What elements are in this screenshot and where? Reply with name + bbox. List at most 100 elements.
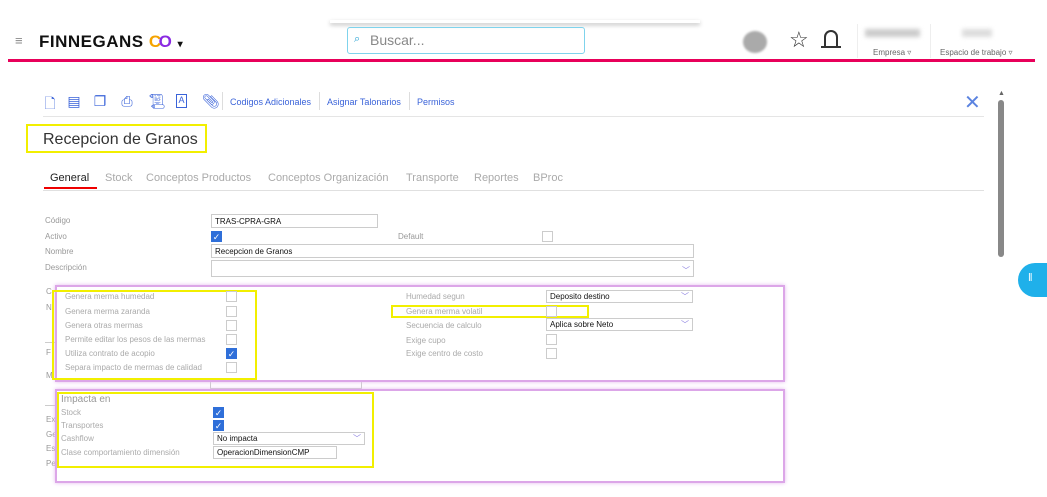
active-tab-indicator [44,187,97,189]
otras-mermas-label: Genera otras mermas [65,321,143,330]
separa-impacto-checkbox[interactable] [226,362,237,373]
brand-logo[interactable]: FINNEGANS CO ▾ [39,32,183,52]
merma-volatil-label: Genera merma volatil [406,307,483,316]
search-icon: ⌕ [354,33,361,45]
text-document-icon[interactable]: A [176,94,187,108]
exige-cupo-checkbox[interactable] [546,334,557,345]
separator [409,92,410,110]
descripcion-textarea[interactable]: ﹀ [211,260,694,277]
occluded-label: N [46,303,52,312]
new-document-icon[interactable]: 🗋 [43,93,57,111]
bell-icon[interactable] [824,30,838,46]
humedad-segun-value: Deposito destino [550,292,610,301]
secuencia-calculo-label: Secuencia de calculo [406,321,482,330]
transportes-label: Transportes [61,421,104,430]
logo-o-icon: O [158,32,173,51]
chevron-down-icon: ﹀ [353,434,361,443]
attachment-icon[interactable]: 📎︎ [202,93,220,109]
chevron-down-icon: ﹀ [681,320,689,329]
search-input[interactable]: ⌕ Buscar... [347,27,585,54]
cashflow-label: Cashflow [61,434,94,443]
assistant-icon[interactable] [743,31,767,53]
exige-cupo-label: Exige cupo [406,336,446,345]
secuencia-calculo-select[interactable]: Aplica sobre Neto ﹀ [546,318,693,331]
merma-volatil-checkbox[interactable] [546,306,557,317]
impacta-en-title: Impacta en [61,394,111,405]
scroll-up-icon[interactable]: ▲ [998,90,1005,97]
scrollbar-thumb[interactable] [998,100,1004,257]
tab-conceptos-productos[interactable]: Conceptos Productos [146,172,251,184]
divider [930,24,931,58]
scroll-icon[interactable]: 📜︎ [148,93,166,109]
merma-zaranda-checkbox[interactable] [226,306,237,317]
permisos-link[interactable]: Permisos [417,97,455,107]
empresa-name-blurred [865,29,920,37]
otras-mermas-checkbox[interactable] [226,320,237,331]
tab-reportes[interactable]: Reportes [474,172,519,184]
nombre-label: Nombre [45,247,74,256]
activo-checkbox[interactable]: ✓ [211,231,222,242]
stock-checkbox[interactable]: ✓ [213,407,224,418]
activo-label: Activo [45,232,67,241]
stock-label: Stock [61,408,82,417]
print-icon[interactable]: ⎙ [120,93,134,109]
secuencia-calculo-value: Aplica sobre Neto [550,320,614,329]
occluded-label: F [46,348,51,357]
hamburger-menu-icon[interactable]: ≡ [15,33,23,48]
nombre-input[interactable]: Recepcion de Granos [211,244,694,258]
occluded-label: C [46,287,52,296]
chevron-down-icon: ▾ [177,39,184,50]
separa-impacto-label: Separa impacto de mermas de calidad [65,363,202,372]
cashflow-value: No impacta [217,434,258,443]
pause-icon: ǁ [1028,272,1033,284]
merma-humedad-checkbox[interactable] [226,291,237,302]
occluded-label: Es [46,444,56,453]
workspace-name-blurred [962,29,992,37]
humedad-segun-label: Humedad segun [406,292,465,301]
tabs-divider [43,190,984,191]
centro-costo-label: Exige centro de costo [406,349,483,358]
contrato-acopio-checkbox[interactable]: ✓ [226,348,237,359]
brand-name: FINNEGANS [39,32,144,51]
occluded-label: Ex [46,415,56,424]
tab-stock[interactable]: Stock [105,172,133,184]
page-title: Recepcion de Granos [26,124,207,153]
humedad-segun-select[interactable]: Deposito destino ﹀ [546,290,693,303]
codigos-adicionales-link[interactable]: Codigos Adicionales [230,97,311,107]
chevron-down-icon: ﹀ [682,266,690,275]
star-icon[interactable]: ☆ [789,27,809,53]
codigo-input[interactable]: TRAS-CPRA-GRA [211,214,378,228]
divider [857,24,858,58]
contrato-acopio-label: Utiliza contrato de acopio [65,349,155,358]
chevron-down-icon: ﹀ [681,292,689,301]
codigo-label: Código [45,216,71,225]
bell-base [821,46,841,48]
workspace-dropdown[interactable]: Espacio de trabajo ▿ [940,48,1013,57]
header-accent-line [8,59,1035,62]
tab-bproc[interactable]: BProc [533,172,563,184]
copy-icon[interactable]: ❐ [93,93,107,109]
editar-pesos-checkbox[interactable] [226,334,237,345]
cashflow-select[interactable]: No impacta ﹀ [213,432,365,445]
centro-costo-checkbox[interactable] [546,348,557,359]
search-placeholder: Buscar... [370,32,425,48]
transportes-checkbox[interactable]: ✓ [213,420,224,431]
descripcion-label: Descripción [45,263,87,272]
side-panel-toggle[interactable]: ǁ [1018,263,1047,297]
tab-transporte[interactable]: Transporte [406,172,459,184]
asignar-talonarios-link[interactable]: Asignar Talonarios [327,97,401,107]
tab-conceptos-organizacion[interactable]: Conceptos Organización [268,172,388,184]
separator [319,92,320,110]
default-checkbox[interactable] [542,231,553,242]
save-icon[interactable]: ▤ [67,93,81,109]
shadow-divider [330,20,700,23]
clase-comportamiento-input[interactable]: OperacionDimensionCMP [213,446,337,459]
close-icon[interactable]: ✕ [964,90,981,115]
merma-humedad-label: Genera merma humedad [65,292,155,301]
default-label: Default [398,232,424,241]
empresa-dropdown[interactable]: Empresa ▿ [873,48,911,57]
clase-comportamiento-label: Clase comportamiento dimensión [61,448,180,457]
merma-zaranda-label: Genera merma zaranda [65,307,150,316]
divider [43,116,984,117]
tab-general[interactable]: General [50,172,89,184]
